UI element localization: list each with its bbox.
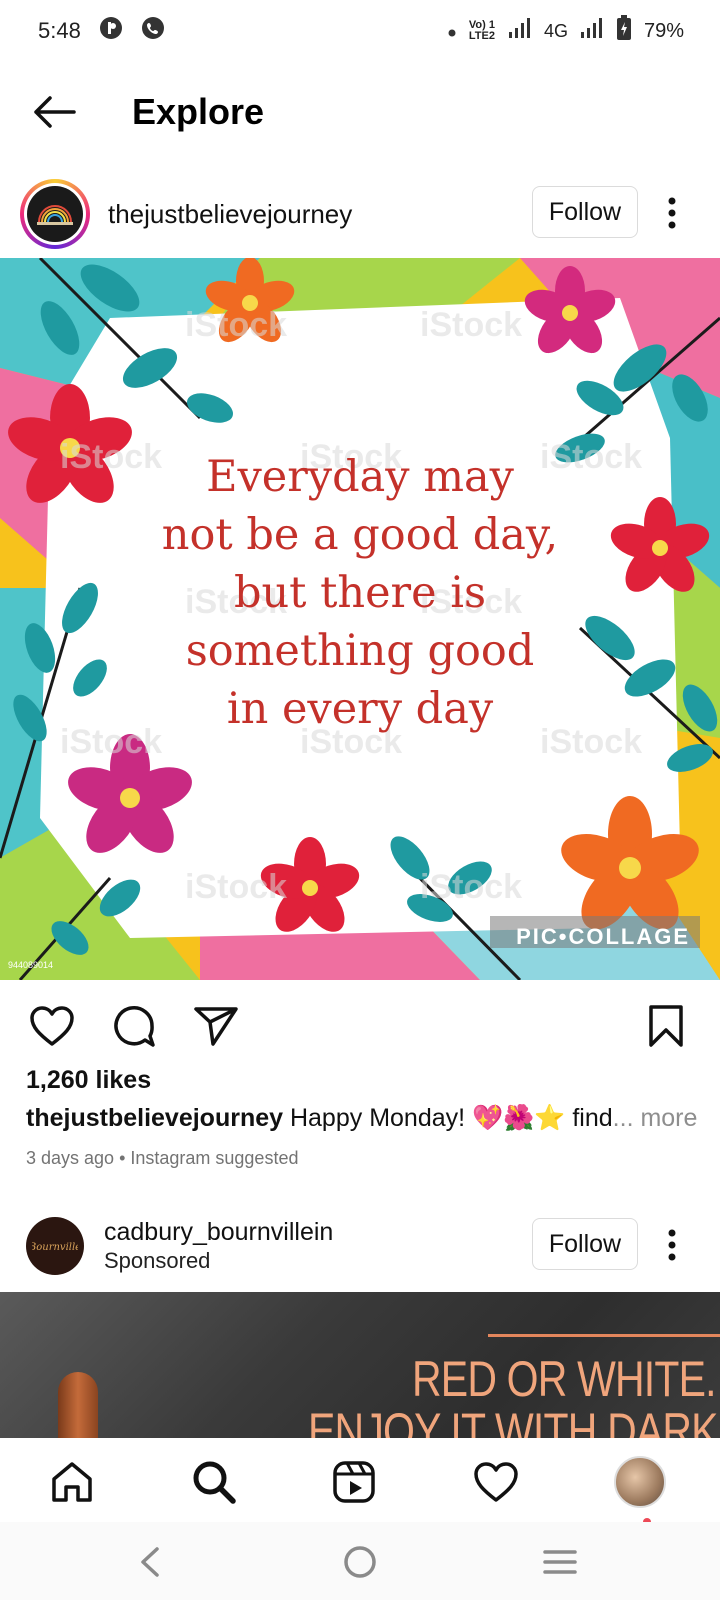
image-id: 944089014 (8, 960, 54, 970)
follow-button[interactable]: Follow (532, 1218, 638, 1270)
sponsored-label: Sponsored (104, 1248, 211, 1273)
ad-headline-line2: ENJOY IT WITH DARK (308, 1403, 719, 1438)
ad-accent-line (488, 1334, 720, 1337)
avatar (27, 186, 83, 242)
avatar[interactable]: Bournville (26, 1217, 84, 1275)
notification-dot-icon (448, 20, 456, 43)
network-type: 4G (543, 20, 568, 41)
post-header: thejustbelievejourney Follow (0, 174, 720, 254)
status-bar: 5:48 Vo) 1 LTE2 4G 79% (0, 0, 720, 62)
system-home-icon[interactable] (330, 1534, 390, 1590)
page-title: Explore (132, 91, 265, 132)
story-ring[interactable] (20, 179, 90, 249)
post-image[interactable]: iStock iStock iStock iStock iStock iStoc… (0, 258, 720, 980)
ad-image[interactable]: RED OR WHITE. ENJOY IT WITH DARK (0, 1292, 720, 1438)
profile-tab[interactable] (612, 1454, 668, 1510)
profile-avatar (614, 1456, 666, 1508)
volte-label: Vo) 1 LTE2 (468, 19, 495, 42)
post-header: Bournville cadbury_bournvillein Sponsore… (0, 1212, 720, 1292)
follow-button[interactable]: Follow (532, 186, 638, 238)
app-notification-icon (99, 16, 123, 46)
caption-text: Happy Monday! 💖🌺⭐ find (283, 1104, 613, 1132)
quote-line: but there is (233, 568, 487, 618)
battery-icon (616, 15, 632, 47)
reels-icon[interactable] (326, 1454, 382, 1510)
post-actions (0, 992, 720, 1056)
comment-icon[interactable] (108, 1000, 160, 1052)
post-username[interactable]: thejustbelievejourney (108, 199, 352, 230)
like-count[interactable]: 1,260 likes (26, 1066, 151, 1095)
search-icon[interactable] (186, 1454, 242, 1510)
quote-line: something good (185, 626, 535, 676)
signal-icon (508, 17, 532, 45)
post-meta: 3 days ago • Instagram suggested (26, 1148, 299, 1168)
save-bookmark-icon[interactable] (640, 1000, 692, 1052)
caption-more-link[interactable]: ... more (613, 1104, 698, 1132)
post-caption[interactable]: thejustbelievejourney Happy Monday! 💖🌺⭐ … (26, 1104, 716, 1133)
bottom-nav (0, 1438, 720, 1526)
quote-line: in every day (226, 684, 494, 734)
watermark-text: iStock (185, 868, 287, 906)
pic-collage-badge: PIC•COLLAGE (516, 924, 690, 949)
more-options-icon[interactable] (654, 1220, 690, 1270)
watermark-text: iStock (185, 306, 287, 344)
status-time: 5:48 (38, 18, 81, 43)
ad-headline-line1: RED OR WHITE. (412, 1351, 716, 1407)
system-recents-icon[interactable] (530, 1534, 590, 1590)
system-navigation-bar (0, 1522, 720, 1600)
signal-icon-2 (580, 17, 604, 45)
svg-text:Bournville: Bournville (32, 1242, 78, 1253)
watermark-text: iStock (420, 306, 522, 344)
share-send-icon[interactable] (190, 1000, 242, 1052)
caption-username[interactable]: thejustbelievejourney (26, 1104, 283, 1132)
phone-call-icon (141, 16, 165, 46)
watermark-text: iStock (420, 868, 522, 906)
system-back-icon[interactable] (120, 1534, 180, 1590)
back-arrow-icon[interactable] (24, 82, 84, 142)
activity-heart-icon[interactable] (468, 1454, 524, 1510)
home-icon[interactable] (44, 1454, 100, 1510)
more-options-icon[interactable] (654, 188, 690, 238)
quote-line: Everyday may (206, 452, 514, 502)
battery-percent: 79% (643, 19, 684, 42)
post-username[interactable]: cadbury_bournvillein (104, 1218, 333, 1247)
like-heart-icon[interactable] (26, 1000, 78, 1052)
top-bar: Explore (0, 72, 720, 152)
chocolate-stick-graphic (58, 1372, 98, 1438)
quote-line: not be a good day, (161, 510, 559, 560)
